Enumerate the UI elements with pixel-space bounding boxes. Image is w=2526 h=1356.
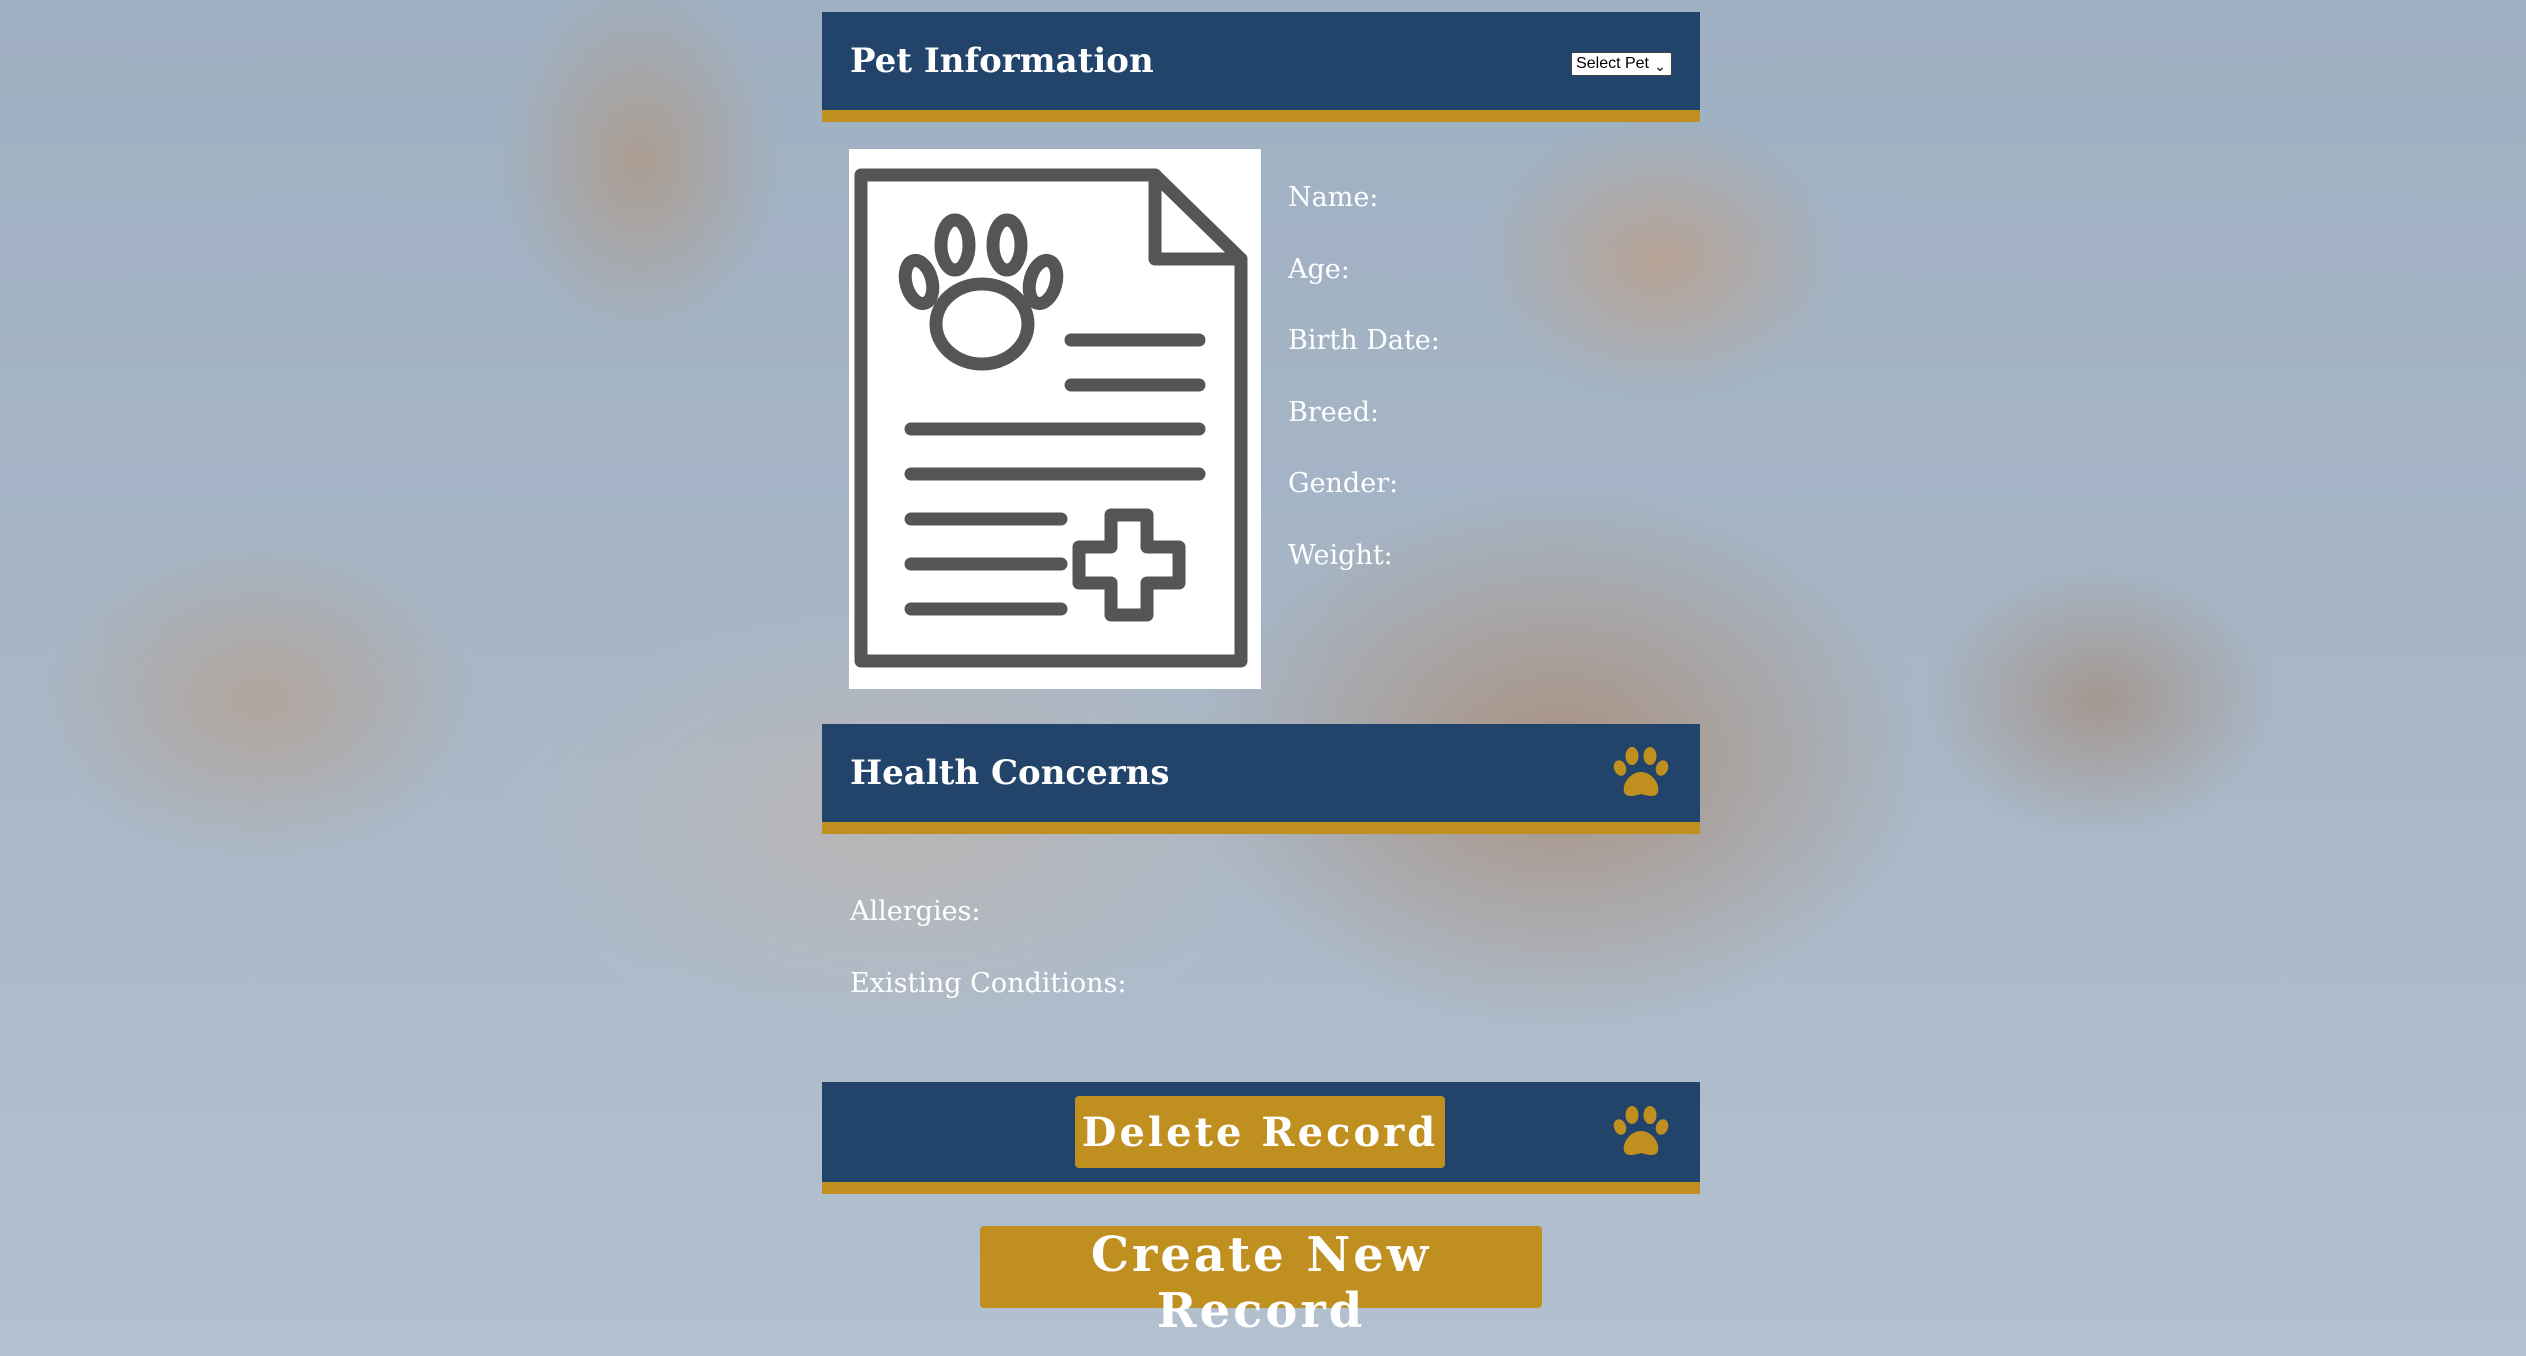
age-label: Age: xyxy=(1288,253,1350,285)
chevron-down-icon: ⌄ xyxy=(1654,58,1666,74)
birth-date-label: Birth Date: xyxy=(1288,325,1440,356)
pet-medical-record-icon xyxy=(849,149,1261,689)
paw-icon xyxy=(1613,1106,1669,1155)
pet-info-body: Name: Age: Birth Date: Breed: Gender: We… xyxy=(822,122,1700,724)
select-pet-value: Select Pet xyxy=(1576,55,1649,72)
allergies-label: Allergies: xyxy=(850,896,981,927)
paw-icon xyxy=(1613,747,1669,796)
pet-info-title: Pet Information xyxy=(850,41,1154,81)
create-new-record-button[interactable]: Create New Record xyxy=(980,1226,1542,1339)
gender-label: Gender: xyxy=(1288,468,1399,499)
pet-record-container: Pet Information Select Pet ⌄ Name: Age: … xyxy=(822,12,1700,1339)
select-pet-dropdown[interactable]: Select Pet ⌄ xyxy=(1571,52,1672,76)
existing-conditions-label: Existing Conditions: xyxy=(850,967,1127,999)
health-fields: Allergies: Existing Conditions: xyxy=(850,896,1126,1039)
weight-label: Weight: xyxy=(1288,539,1393,571)
health-concerns-body: Allergies: Existing Conditions: xyxy=(822,834,1700,1082)
health-concerns-header: Health Concerns xyxy=(822,724,1700,834)
delete-record-button[interactable]: Delete Record xyxy=(1075,1096,1445,1168)
name-label: Name: xyxy=(1288,182,1379,213)
pet-info-fields: Name: Age: Birth Date: Breed: Gender: We… xyxy=(1288,182,1440,611)
breed-label: Breed: xyxy=(1288,396,1380,428)
pet-info-header: Pet Information Select Pet ⌄ xyxy=(822,12,1700,122)
health-concerns-title: Health Concerns xyxy=(850,753,1170,793)
record-actions-bar: Delete Record xyxy=(822,1082,1700,1194)
